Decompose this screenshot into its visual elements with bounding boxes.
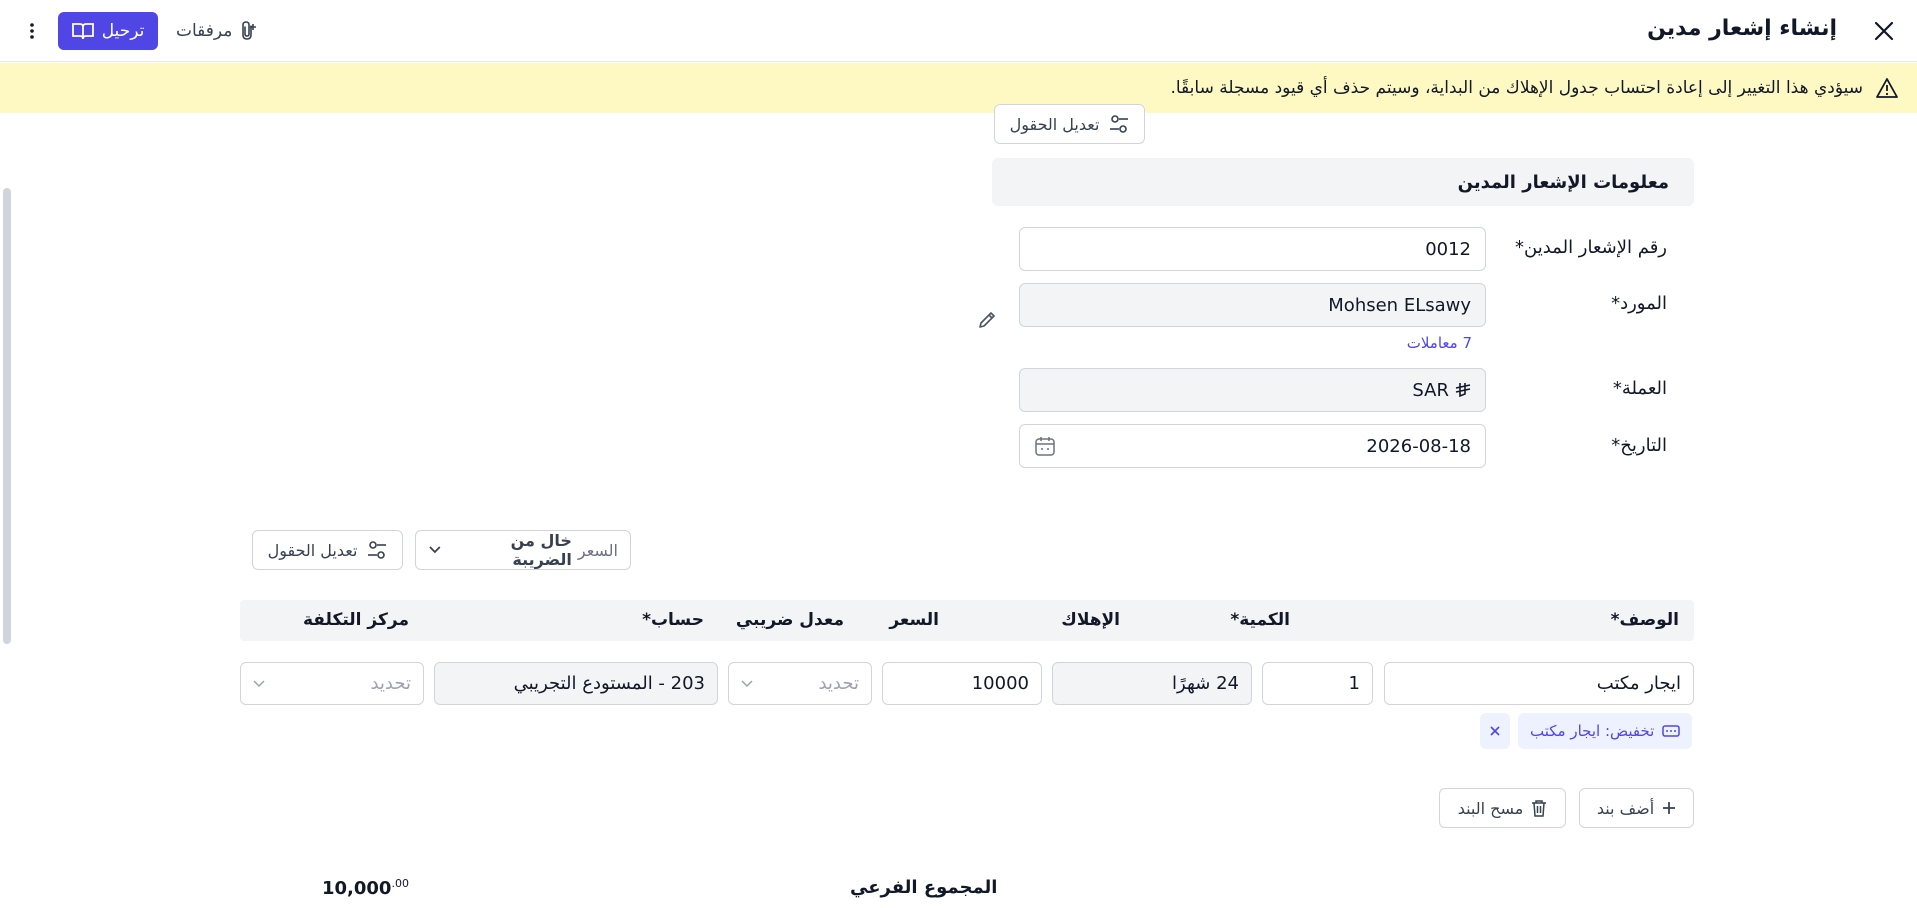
debit-note-number-field[interactable]: 0012 bbox=[1019, 227, 1486, 271]
line-price-value: 10000 bbox=[971, 673, 1029, 694]
edit-fields-button-top[interactable]: تعديل الحقول bbox=[994, 104, 1145, 144]
date-value: 2026-08-18 bbox=[1366, 435, 1471, 457]
line-account-value: 203 - المستودع التجريبي bbox=[513, 673, 705, 694]
add-line-label: أضف بند bbox=[1596, 798, 1655, 818]
column-price: السعر bbox=[889, 610, 939, 630]
column-description: الوصف* bbox=[1610, 610, 1679, 630]
price-mode-value: خال من الضريبة bbox=[510, 531, 572, 569]
cost-center-placeholder: تحديد bbox=[370, 673, 411, 694]
line-tax-rate-select[interactable]: تحديد bbox=[728, 662, 872, 705]
line-depreciation-field[interactable]: 24 شهرًا bbox=[1052, 662, 1252, 705]
ticket-icon bbox=[1662, 725, 1681, 737]
discount-chip-body[interactable]: تخفيض: ايجار مكتب bbox=[1518, 713, 1693, 749]
currency-label: العملة* bbox=[1612, 378, 1667, 399]
supplier-transactions-link[interactable]: 7 معاملات bbox=[1407, 334, 1472, 352]
close-button[interactable] bbox=[1867, 14, 1901, 48]
trash-icon bbox=[1532, 800, 1547, 817]
warning-icon bbox=[1876, 78, 1898, 98]
plus-icon bbox=[1663, 802, 1676, 814]
calendar-icon[interactable] bbox=[1034, 435, 1056, 457]
warning-text: سيؤدي هذا التغيير إلى إعادة احتساب جدول … bbox=[1170, 78, 1863, 98]
edit-fields-label: تعديل الحقول bbox=[267, 540, 358, 560]
line-price-field[interactable]: 10000 bbox=[882, 662, 1042, 705]
close-icon bbox=[1874, 21, 1894, 41]
attachments-button[interactable]: مرفقات bbox=[176, 16, 257, 46]
post-button[interactable]: ترحيل bbox=[58, 12, 158, 50]
edit-supplier-button[interactable] bbox=[975, 308, 999, 332]
pencil-icon bbox=[979, 312, 995, 328]
more-options-button[interactable] bbox=[18, 16, 46, 46]
currency-value: SAR bbox=[1412, 379, 1449, 401]
debit-note-number-label: رقم الإشعار المدين* bbox=[1515, 237, 1667, 258]
subtotal-decimals: .00 bbox=[391, 877, 409, 890]
items-table-header: الوصف* الكمية* الإهلاك السعر معدل ضريبي … bbox=[240, 600, 1694, 641]
post-button-label: ترحيل bbox=[101, 21, 145, 41]
sliders-icon bbox=[368, 541, 387, 559]
discount-chip-label: تخفيض: ايجار مكتب bbox=[1530, 722, 1655, 740]
top-bar: إنشاء إشعار مدين ترحيل مرفقات bbox=[0, 0, 1917, 62]
clear-line-button[interactable]: مسح البند bbox=[1439, 788, 1566, 828]
line-description-value: ايجار مكتب bbox=[1596, 673, 1681, 694]
scrollbar[interactable] bbox=[3, 188, 11, 644]
line-account-field[interactable]: 203 - المستودع التجريبي bbox=[434, 662, 718, 705]
column-cost-center: مركز التكلفة bbox=[302, 610, 409, 630]
column-depreciation: الإهلاك bbox=[1061, 610, 1120, 630]
subtotal-amount: 10,000 bbox=[322, 878, 392, 899]
date-label: التاريخ* bbox=[1611, 435, 1667, 456]
chevron-down-icon bbox=[429, 546, 441, 554]
riyal-icon bbox=[1455, 383, 1471, 398]
line-quantity-field[interactable]: 1 bbox=[1262, 662, 1373, 705]
line-quantity-value: 1 bbox=[1348, 673, 1360, 694]
warning-banner: سيؤدي هذا التغيير إلى إعادة احتساب جدول … bbox=[0, 63, 1917, 113]
column-tax-rate: معدل ضريبي bbox=[735, 610, 844, 630]
supplier-value: Mohsen ELsawy bbox=[1328, 294, 1471, 316]
supplier-field[interactable]: Mohsen ELsawy bbox=[1019, 283, 1486, 327]
subtotal-label: المجموع الفرعي bbox=[850, 877, 998, 898]
chevron-down-icon bbox=[253, 679, 265, 687]
sliders-icon bbox=[1110, 115, 1129, 133]
add-line-button[interactable]: أضف بند bbox=[1579, 788, 1694, 828]
currency-field[interactable]: SAR bbox=[1019, 368, 1486, 412]
debit-note-number-value: 0012 bbox=[1425, 238, 1471, 260]
line-depreciation-value: 24 شهرًا bbox=[1172, 673, 1239, 694]
book-icon bbox=[71, 23, 94, 40]
supplier-label: المورد* bbox=[1611, 293, 1667, 314]
date-field[interactable]: 2026-08-18 bbox=[1019, 424, 1486, 468]
price-mode-prefix: السعر bbox=[577, 540, 618, 560]
attachments-label: مرفقات bbox=[176, 21, 233, 41]
remove-discount-button[interactable] bbox=[1480, 713, 1510, 749]
column-account: حساب* bbox=[642, 610, 704, 630]
line-cost-center-select[interactable]: تحديد bbox=[240, 662, 424, 705]
chevron-down-icon bbox=[741, 679, 753, 687]
subtotal-value: 10,000.00 bbox=[322, 877, 409, 899]
discount-chip: تخفيض: ايجار مكتب bbox=[1480, 713, 1693, 749]
price-tax-mode-select[interactable]: السعر خال من الضريبة bbox=[415, 530, 631, 570]
column-quantity: الكمية* bbox=[1230, 610, 1290, 630]
tax-rate-placeholder: تحديد bbox=[818, 673, 859, 694]
close-icon bbox=[1490, 726, 1500, 736]
edit-fields-button-table[interactable]: تعديل الحقول bbox=[252, 530, 403, 570]
section-title: معلومات الإشعار المدين bbox=[992, 158, 1694, 206]
paperclip-icon bbox=[242, 21, 257, 40]
edit-fields-label: تعديل الحقول bbox=[1009, 114, 1100, 134]
line-description-field[interactable]: ايجار مكتب bbox=[1384, 662, 1694, 705]
clear-line-label: مسح البند bbox=[1457, 798, 1524, 818]
page-title: إنشاء إشعار مدين bbox=[1647, 16, 1837, 41]
more-vertical-icon bbox=[30, 23, 34, 39]
